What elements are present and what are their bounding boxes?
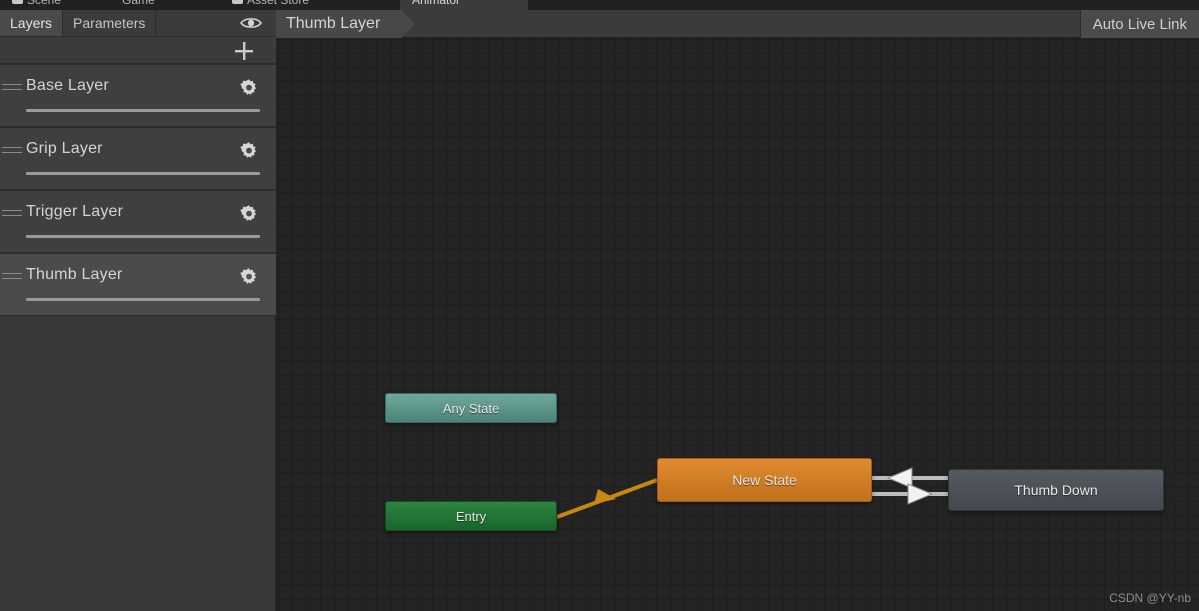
transition-new-state-to-thumb-down[interactable]	[872, 483, 948, 505]
layers-panel-tabbar: Layers Parameters	[0, 10, 276, 37]
state-node-any-state[interactable]: Any State	[385, 393, 557, 423]
breadcrumb-label: Thumb Layer	[286, 15, 381, 32]
state-node-thumb-down[interactable]: Thumb Down	[948, 469, 1164, 511]
gear-icon[interactable]	[238, 203, 260, 225]
window-tab-label: Scene	[27, 0, 61, 7]
state-node-new-state[interactable]: New State	[657, 458, 872, 502]
state-node-label: Thumb Down	[1014, 482, 1098, 498]
tab-parameters-label: Parameters	[73, 15, 146, 31]
layer-name: Thumb Layer	[26, 266, 123, 283]
window-tab-label: Animator	[412, 0, 460, 7]
window-tab-asset-store[interactable]: Asset Store	[220, 0, 400, 10]
drag-handle-icon[interactable]	[2, 273, 22, 283]
gear-icon[interactable]	[238, 77, 260, 99]
eye-icon[interactable]	[232, 10, 270, 36]
transition-entry-to-new-state[interactable]	[556, 478, 658, 519]
layers-add-bar	[0, 37, 276, 64]
state-machine-graph[interactable]: Any State Entry New State Thumb Down CSD…	[276, 38, 1199, 611]
window-tab-label: Asset Store	[247, 0, 309, 7]
auto-live-link-label: Auto Live Link	[1092, 15, 1187, 33]
drag-handle-icon[interactable]	[2, 84, 22, 94]
state-node-entry[interactable]: Entry	[385, 501, 557, 531]
drag-handle-icon[interactable]	[2, 210, 22, 220]
layer-name: Grip Layer	[26, 140, 103, 157]
tab-parameters[interactable]: Parameters	[63, 10, 157, 36]
asset-store-icon	[232, 0, 243, 4]
layer-row-base[interactable]: Base Layer	[0, 64, 276, 127]
drag-handle-icon[interactable]	[2, 147, 22, 157]
window-tab-strip: Scene Game Asset Store Animator	[0, 0, 1199, 10]
plus-icon[interactable]	[232, 39, 256, 63]
window-tab-label: Game	[122, 0, 155, 7]
gear-icon[interactable]	[238, 140, 260, 162]
layer-weight-slider[interactable]	[26, 298, 260, 301]
layer-weight-slider[interactable]	[26, 235, 260, 238]
layer-row-trigger[interactable]: Trigger Layer	[0, 190, 276, 253]
watermark: CSDN @YY-nb	[1109, 591, 1191, 605]
layer-name: Base Layer	[26, 77, 109, 94]
window-tab-scene[interactable]: Scene	[0, 0, 110, 10]
layer-weight-slider[interactable]	[26, 109, 260, 112]
state-node-label: New State	[732, 472, 797, 488]
layer-name: Trigger Layer	[26, 203, 124, 220]
window-tab-animator[interactable]: Animator	[400, 0, 528, 10]
layers-panel: Layers Parameters Base Layer Grip Layer …	[0, 10, 276, 611]
animator-window: Scene Game Asset Store Animator Layers P…	[0, 0, 1199, 611]
window-tab-game[interactable]: Game	[110, 0, 220, 10]
breadcrumb-thumb-layer[interactable]: Thumb Layer	[276, 10, 416, 38]
layer-list: Base Layer Grip Layer Trigger Layer Thum…	[0, 64, 276, 316]
layer-row-thumb[interactable]: Thumb Layer	[0, 253, 276, 316]
tab-layers-label: Layers	[10, 15, 53, 31]
state-node-label: Any State	[442, 400, 500, 416]
gear-icon[interactable]	[238, 266, 260, 288]
tab-layers[interactable]: Layers	[0, 10, 64, 36]
scene-icon	[12, 0, 23, 4]
layer-row-grip[interactable]: Grip Layer	[0, 127, 276, 190]
breadcrumb-bar: Thumb Layer Auto Live Link	[276, 10, 1199, 38]
layer-weight-slider[interactable]	[26, 172, 260, 175]
auto-live-link-button[interactable]: Auto Live Link	[1079, 10, 1199, 38]
state-node-label: Entry	[455, 508, 487, 524]
